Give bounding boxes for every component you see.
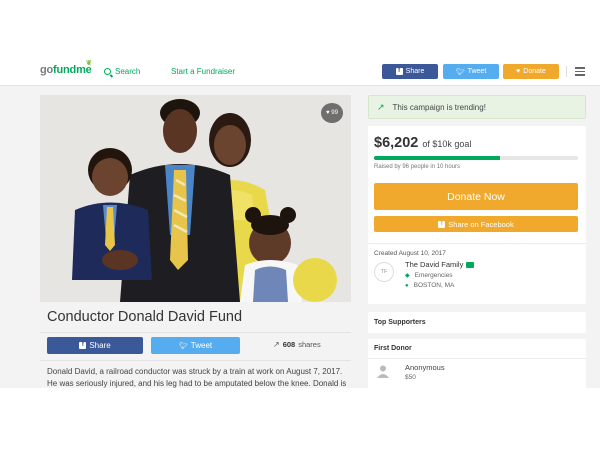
search-icon xyxy=(104,68,111,75)
sprout-icon: ❦ xyxy=(86,60,92,67)
start-fundraiser-link[interactable]: Start a Fundraiser xyxy=(171,67,235,76)
campaign-title: Conductor Donald David Fund xyxy=(47,309,243,325)
donor-name: Anonymous xyxy=(405,363,445,372)
trending-icon: ↗ xyxy=(377,101,385,112)
donate-now-button[interactable]: Donate Now xyxy=(374,183,578,210)
anonymous-user-icon xyxy=(377,365,389,378)
trending-icon: ↗ xyxy=(273,340,280,349)
goal-progress-bar xyxy=(374,156,578,160)
campaign-location: ● BOSTON, MA xyxy=(405,282,455,289)
organizer-avatar: TF xyxy=(374,262,394,282)
top-supporters-heading: Top Supporters xyxy=(368,312,586,333)
tag-icon: ◆ xyxy=(405,273,410,279)
hamburger-menu-icon[interactable] xyxy=(575,67,585,76)
created-date: Created August 10, 2017 xyxy=(374,250,446,257)
twitter-icon: 🐦︎ xyxy=(455,68,465,76)
divider xyxy=(368,358,586,359)
campaign-page: gofundme ❦ Search Start a Fundraiser f S… xyxy=(0,58,600,388)
facebook-icon: f xyxy=(438,220,446,228)
mail-icon[interactable] xyxy=(466,261,475,268)
amount-raised: $6,202 of $10k goal xyxy=(374,135,472,151)
heart-icon: ♥ xyxy=(516,68,521,75)
viewport: gofundme ❦ Search Start a Fundraiser f S… xyxy=(0,0,600,450)
site-header: gofundme ❦ Search Start a Fundraiser f S… xyxy=(0,58,600,86)
fundraising-card: $6,202 of $10k goal Raised by 96 people … xyxy=(368,126,586,304)
facebook-icon: f xyxy=(79,342,87,349)
location-pin-icon: ● xyxy=(405,282,409,289)
organizer-name[interactable]: The David Family xyxy=(405,260,475,269)
campaign-hero-image: ♥ 99 xyxy=(40,95,351,302)
header-tweet-button[interactable]: 🐦︎ Tweet xyxy=(443,64,499,79)
shares-count: ↗ 608 shares xyxy=(273,340,321,349)
header-share-button[interactable]: f Share xyxy=(382,64,438,79)
share-on-facebook-button[interactable]: f Share on Facebook xyxy=(374,216,578,232)
divider xyxy=(40,332,351,333)
twitter-icon: 🐦︎ xyxy=(178,342,188,350)
facebook-icon: f xyxy=(395,68,403,75)
campaign-category[interactable]: ◆ Emergencies xyxy=(405,272,453,279)
tweet-button[interactable]: 🐦︎ Tweet xyxy=(151,337,240,354)
raised-by-text: Raised by 96 people in 10 hours xyxy=(374,164,461,170)
first-donor-card: First Donor Anonymous $50 xyxy=(368,339,586,388)
donor-amount: $50 xyxy=(405,374,416,381)
divider xyxy=(368,243,586,244)
trending-banner: ↗ This campaign is trending! xyxy=(368,95,586,119)
divider xyxy=(40,360,351,361)
search-link[interactable]: Search xyxy=(104,67,140,76)
facebook-share-button[interactable]: f Share xyxy=(47,337,143,354)
campaign-story: Donald David, a railroad conductor was s… xyxy=(47,367,347,388)
heart-count-badge[interactable]: ♥ 99 xyxy=(321,103,343,123)
first-donor-heading: First Donor xyxy=(374,345,412,352)
family-photo xyxy=(40,95,351,302)
gofundme-logo[interactable]: gofundme ❦ xyxy=(40,60,92,76)
goal-progress-fill xyxy=(374,156,501,160)
header-donate-button[interactable]: ♥ Donate xyxy=(503,64,559,79)
